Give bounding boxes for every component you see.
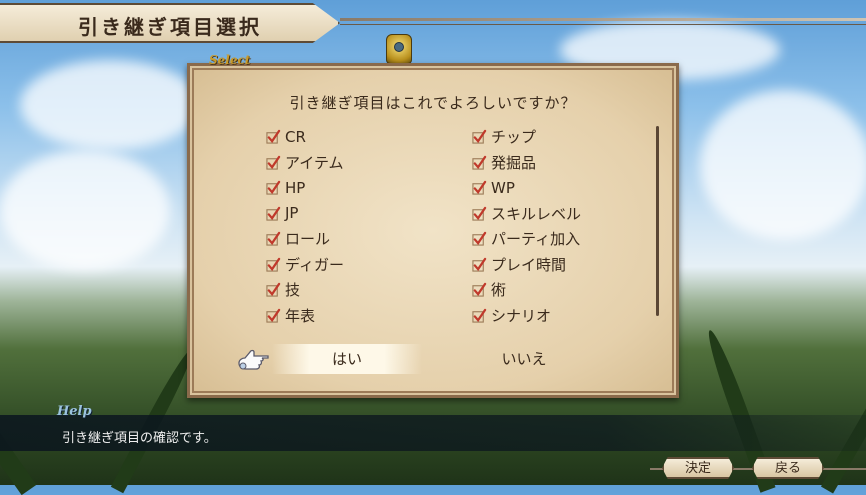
item-label: WP <box>491 178 515 197</box>
checkmark-icon <box>472 155 487 170</box>
list-item[interactable]: ロール <box>266 226 344 252</box>
confirm-button[interactable]: 決定 <box>662 457 734 479</box>
item-label: JP <box>285 204 299 223</box>
checkmark-icon <box>472 130 487 144</box>
checkmark-icon <box>266 283 281 297</box>
list-item[interactable]: JP <box>266 201 344 227</box>
list-item[interactable]: CR <box>266 124 344 150</box>
checkmark-icon <box>266 257 281 272</box>
checkmark-icon <box>266 181 281 195</box>
item-label: 年表 <box>285 306 316 325</box>
list-item[interactable]: WP <box>472 175 581 201</box>
confirm-dialog: 引き継ぎ項目はこれでよろしいですか？ CR アイテム HP JP ロール ディガ… <box>187 63 679 398</box>
checkmark-icon <box>266 308 281 323</box>
grass-blade <box>0 329 37 495</box>
list-item[interactable]: 発掘品 <box>472 150 581 176</box>
item-label: 発掘品 <box>491 153 537 172</box>
item-label: プレイ時間 <box>491 255 567 274</box>
cloud <box>0 150 170 270</box>
checkmark-icon <box>266 155 281 170</box>
list-item[interactable]: シナリオ <box>472 303 581 329</box>
page-title: 引き継ぎ項目選択 <box>78 15 262 39</box>
checkmark-icon <box>266 232 281 246</box>
title-banner: 引き継ぎ項目選択 <box>0 3 340 43</box>
ornament-icon <box>386 34 412 64</box>
checkmark-icon <box>266 206 281 221</box>
dialog-buttons: はい いいえ <box>234 344 634 374</box>
list-item[interactable]: チップ <box>472 124 581 150</box>
title-divider <box>340 18 866 21</box>
cloud <box>20 60 200 150</box>
list-item[interactable]: 年表 <box>266 303 344 329</box>
checkmark-icon <box>472 181 487 195</box>
checkmark-icon <box>472 308 487 323</box>
list-item[interactable]: プレイ時間 <box>472 252 581 278</box>
item-label: スキルレベル <box>491 204 582 223</box>
item-label: パーティ加入 <box>491 230 581 249</box>
item-label: 術 <box>491 281 507 300</box>
pointing-hand-cursor-icon <box>238 349 269 370</box>
scrollbar[interactable] <box>656 126 659 316</box>
back-button[interactable]: 戻る <box>752 457 824 479</box>
help-label: Help <box>57 404 92 419</box>
list-item[interactable]: スキルレベル <box>472 201 581 227</box>
item-label: シナリオ <box>491 306 552 325</box>
item-label: アイテム <box>285 153 344 172</box>
carryover-list-right: チップ 発掘品 WP スキルレベル パーティ加入 プレイ時間 術 シナリオ <box>472 124 581 328</box>
item-label: ロール <box>285 230 331 249</box>
item-label: 技 <box>285 281 301 300</box>
item-label: チップ <box>491 128 537 147</box>
item-label: ディガー <box>285 255 344 274</box>
checkmark-icon <box>472 283 487 297</box>
list-item[interactable]: 技 <box>266 277 344 303</box>
cloud <box>700 90 866 240</box>
no-button[interactable]: いいえ <box>464 344 584 374</box>
yes-button[interactable]: はい <box>272 344 422 374</box>
carryover-list-left: CR アイテム HP JP ロール ディガー 技 年表 <box>266 124 344 328</box>
checkmark-icon <box>472 206 487 221</box>
checkmark-icon <box>266 130 281 144</box>
list-item[interactable]: HP <box>266 175 344 201</box>
checkmark-icon <box>472 232 487 246</box>
help-text: 引き継ぎ項目の確認です。 <box>62 431 217 446</box>
title-divider <box>340 24 866 25</box>
list-item[interactable]: アイテム <box>266 150 344 176</box>
select-label: Select <box>209 53 251 67</box>
list-item[interactable]: ディガー <box>266 252 344 278</box>
list-item[interactable]: パーティ加入 <box>472 226 581 252</box>
checkmark-icon <box>472 257 487 272</box>
dialog-question: 引き継ぎ項目はこれでよろしいですか？ <box>289 94 577 112</box>
item-label: CR <box>285 127 306 146</box>
item-label: HP <box>285 178 306 197</box>
list-item[interactable]: 術 <box>472 277 581 303</box>
